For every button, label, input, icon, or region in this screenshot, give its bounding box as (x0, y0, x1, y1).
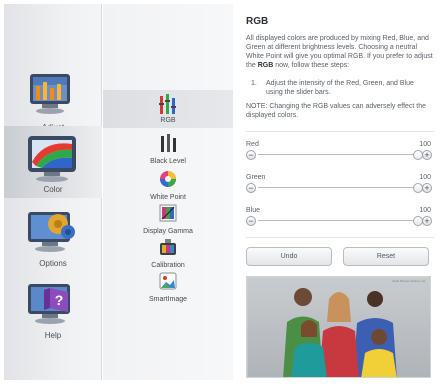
divider (246, 237, 434, 238)
submenu-item-rgb[interactable]: RGB (103, 90, 233, 128)
submenu-label: Black Level (150, 158, 186, 165)
submenu-item-display-gamma[interactable]: Display Gamma (103, 202, 233, 236)
category-color[interactable]: Color (4, 126, 102, 198)
help-icon: ? (28, 284, 70, 324)
submenu-label: RGB (160, 117, 176, 124)
category-sidebar: Adjust Color (4, 4, 102, 380)
page-title: RGB (246, 16, 269, 27)
submenu-item-calibration[interactable]: Calibration (103, 236, 233, 270)
decrease-button[interactable]: − (246, 183, 256, 193)
smartimage-icon (159, 272, 177, 290)
adjust-icon (30, 74, 70, 114)
warning-note: NOTE: Changing the RGB values can advers… (246, 103, 427, 119)
white-point-icon (160, 171, 176, 187)
display-gamma-icon (159, 204, 177, 222)
submenu-label: White Point (150, 194, 186, 201)
decrease-button[interactable]: − (246, 216, 256, 226)
divider (246, 131, 434, 132)
category-help[interactable]: ? Help (4, 272, 102, 344)
slider-track[interactable] (258, 154, 418, 155)
submenu-panel: RGB Black Level White Point Display Gamm… (103, 4, 233, 380)
rgb-bars-icon (159, 94, 176, 114)
description-text-2: now, follow these steps: (273, 62, 350, 69)
submenu-label: Display Gamma (143, 228, 193, 235)
rgb-description: All displayed colors are produced by mix… (246, 34, 434, 70)
submenu-item-white-point[interactable]: White Point (103, 168, 233, 202)
undo-button[interactable]: Undo (246, 247, 332, 266)
black-level-icon (161, 134, 176, 152)
submenu-item-smartimage[interactable]: SmartImage (103, 270, 233, 304)
svg-text:?: ? (55, 292, 64, 308)
calibration-icon (160, 239, 176, 255)
category-label: Color (43, 185, 63, 194)
category-label: Help (44, 331, 62, 340)
photo-caption: Solid Picture Testing, Inc. (392, 279, 426, 283)
rgb-content-panel: RGB All displayed colors are produced by… (239, 4, 436, 380)
red-slider[interactable]: Red 100 − + (246, 141, 434, 167)
slider-track[interactable] (258, 187, 418, 188)
preview-people-image (247, 277, 430, 377)
reset-button[interactable]: Reset (343, 247, 429, 266)
description-bold: RGB (257, 62, 274, 69)
blue-slider[interactable]: Blue 100 − + (246, 207, 434, 233)
decrease-button[interactable]: − (246, 150, 256, 160)
submenu-label: Calibration (151, 262, 185, 269)
color-icon (28, 136, 76, 182)
slider-value: 100 (419, 141, 431, 148)
step-text: Adjust the intensity of the Red, Green, … (266, 80, 414, 96)
slider-label: Green (246, 174, 266, 181)
options-icon (28, 212, 75, 252)
green-slider[interactable]: Green 100 − + (246, 174, 434, 200)
slider-value: 100 (419, 207, 431, 214)
increase-button[interactable]: + (422, 183, 432, 193)
step-number: 1. (251, 80, 257, 87)
category-label: Options (39, 259, 67, 268)
category-options[interactable]: Options (4, 200, 102, 272)
submenu-label: SmartImage (148, 296, 188, 303)
submenu-item-black-level[interactable]: Black Level (103, 132, 233, 166)
slider-label: Red (246, 141, 259, 148)
monitor-settings-window: Adjust Color (0, 0, 440, 384)
slider-track[interactable] (258, 220, 418, 221)
increase-button[interactable]: + (422, 216, 432, 226)
slider-value: 100 (419, 174, 431, 181)
increase-button[interactable]: + (422, 150, 432, 160)
slider-label: Blue (246, 207, 261, 214)
preview-photo: Solid Picture Testing, Inc. (246, 276, 431, 378)
